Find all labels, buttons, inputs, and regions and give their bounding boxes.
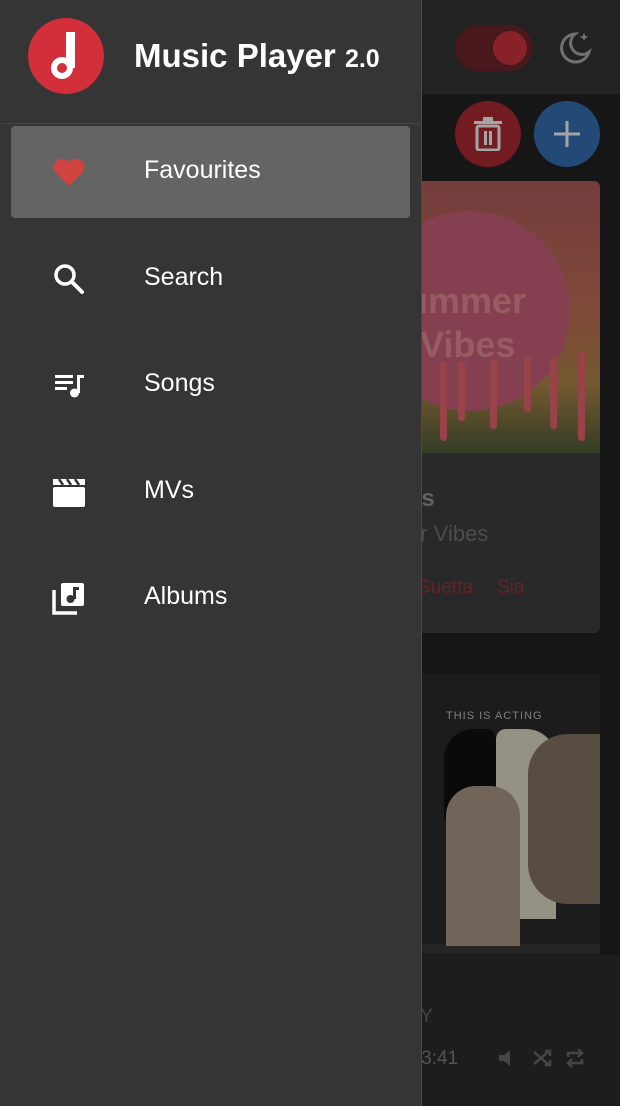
nav-item-albums[interactable]: Albums	[11, 552, 410, 644]
navigation-drawer: Music Player 2.0 Favourites Search Songs…	[0, 0, 422, 1106]
app-logo-icon	[28, 18, 104, 94]
app-title: Music Player 2.0	[134, 37, 380, 75]
drawer-header: Music Player 2.0	[0, 0, 422, 124]
nav-item-mvs[interactable]: MVs	[11, 446, 410, 538]
heart-icon	[53, 158, 85, 186]
nav-item-label: MVs	[144, 475, 194, 504]
app-name: Music Player	[134, 37, 336, 74]
drawer-menu: Favourites Search Songs MVs Albums	[11, 126, 410, 659]
nav-item-label: Favourites	[144, 156, 261, 184]
app-version: 2.0	[344, 45, 380, 73]
playlist-icon	[55, 375, 84, 398]
nav-item-label: Songs	[144, 369, 215, 397]
nav-item-label: Albums	[144, 582, 228, 610]
nav-item-label: Search	[144, 262, 224, 291]
nav-item-search[interactable]: Search	[11, 233, 410, 325]
nav-item-favourites[interactable]: Favourites	[11, 126, 410, 218]
nav-item-songs[interactable]: Songs	[11, 339, 410, 431]
search-icon	[54, 263, 84, 294]
album-library-icon	[52, 583, 84, 615]
clapperboard-icon	[53, 477, 85, 507]
